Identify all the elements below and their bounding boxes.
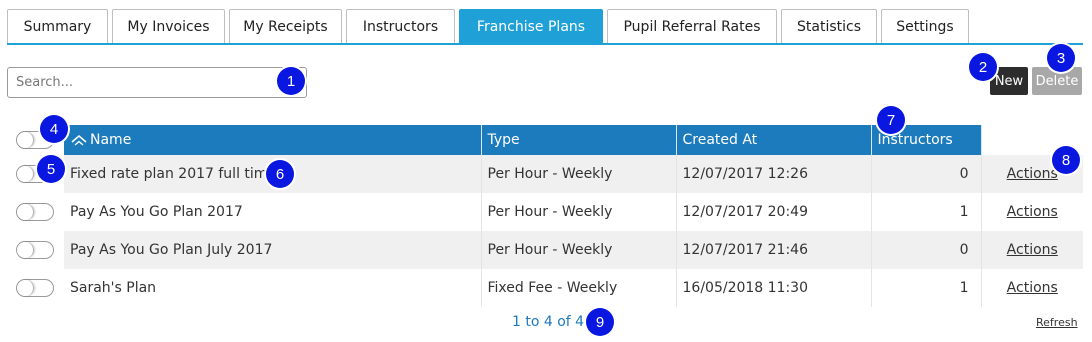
table-row: Pay As You Go Plan 2017 Per Hour - Weekl…: [8, 193, 1083, 231]
table-header-row: Name Type Created At Instructors: [8, 125, 1083, 155]
plan-type-cell: Per Hour - Weekly: [481, 231, 677, 269]
instructors-count-cell: 1: [871, 193, 982, 231]
column-header-name-label: Name: [90, 132, 132, 148]
table-row: Fixed rate plan 2017 full time Per Hour …: [8, 155, 1083, 193]
franchise-plans-table: Name Type Created At Instructors Fixed r…: [8, 125, 1083, 307]
callout-marker-2: 2: [969, 53, 997, 81]
tab-pupil-referral-rates[interactable]: Pupil Referral Rates: [607, 9, 777, 44]
search-input[interactable]: [7, 67, 307, 98]
tab-summary[interactable]: Summary: [7, 9, 108, 44]
actions-cell: Actions: [981, 231, 1083, 269]
actions-link[interactable]: Actions: [1007, 242, 1058, 258]
plan-type-cell: Per Hour - Weekly: [481, 193, 677, 231]
instructors-count-cell: 0: [871, 231, 982, 269]
callout-marker-6: 6: [266, 160, 294, 188]
tab-instructors[interactable]: Instructors: [346, 9, 455, 44]
instructors-count-cell: 1: [871, 269, 982, 307]
callout-marker-5: 5: [37, 155, 65, 183]
created-at-cell: 16/05/2018 11:30: [676, 269, 872, 307]
callout-marker-3: 3: [1047, 44, 1075, 72]
row-select-toggle[interactable]: [16, 241, 54, 259]
plan-name-cell: Pay As You Go Plan 2017: [64, 193, 482, 231]
plan-type-cell: Per Hour - Weekly: [481, 155, 677, 193]
tab-statistics[interactable]: Statistics: [781, 9, 877, 44]
instructors-count-cell: 0: [871, 155, 982, 193]
sort-ascending-icon: [71, 134, 87, 146]
tab-my-invoices[interactable]: My Invoices: [112, 9, 225, 44]
actions-link[interactable]: Actions: [1007, 280, 1058, 296]
tab-settings[interactable]: Settings: [881, 9, 969, 44]
row-select-cell: [8, 231, 64, 269]
row-select-toggle[interactable]: [16, 279, 54, 297]
refresh-link[interactable]: Refresh: [1036, 316, 1078, 329]
plan-type-cell: Fixed Fee - Weekly: [481, 269, 677, 307]
tab-bar: Summary My Invoices My Receipts Instruct…: [7, 9, 973, 44]
column-header-name[interactable]: Name: [64, 125, 482, 155]
callout-marker-8: 8: [1052, 146, 1080, 174]
table-row: Sarah's Plan Fixed Fee - Weekly 16/05/20…: [8, 269, 1083, 307]
callout-marker-9: 9: [586, 308, 614, 336]
tab-my-receipts[interactable]: My Receipts: [229, 9, 342, 44]
column-header-created-at[interactable]: Created At: [676, 125, 872, 155]
actions-link[interactable]: Actions: [1007, 166, 1058, 182]
created-at-cell: 12/07/2017 20:49: [676, 193, 872, 231]
actions-cell: Actions: [981, 193, 1083, 231]
actions-link[interactable]: Actions: [1007, 204, 1058, 220]
created-at-cell: 12/07/2017 12:26: [676, 155, 872, 193]
row-select-cell: [8, 269, 64, 307]
plan-name-cell: Pay As You Go Plan July 2017: [64, 231, 482, 269]
table-row: Pay As You Go Plan July 2017 Per Hour - …: [8, 231, 1083, 269]
callout-marker-1: 1: [277, 67, 305, 95]
plan-name-cell: Sarah's Plan: [64, 269, 482, 307]
pagination-summary: 1 to 4 of 4: [512, 314, 585, 330]
tab-underline: [7, 43, 1083, 45]
column-header-type[interactable]: Type: [481, 125, 677, 155]
actions-cell: Actions: [981, 269, 1083, 307]
callout-marker-4: 4: [40, 115, 68, 143]
callout-marker-7: 7: [877, 106, 905, 134]
row-select-toggle[interactable]: [16, 203, 54, 221]
created-at-cell: 12/07/2017 21:46: [676, 231, 872, 269]
tab-franchise-plans[interactable]: Franchise Plans: [459, 9, 603, 44]
row-select-cell: [8, 193, 64, 231]
